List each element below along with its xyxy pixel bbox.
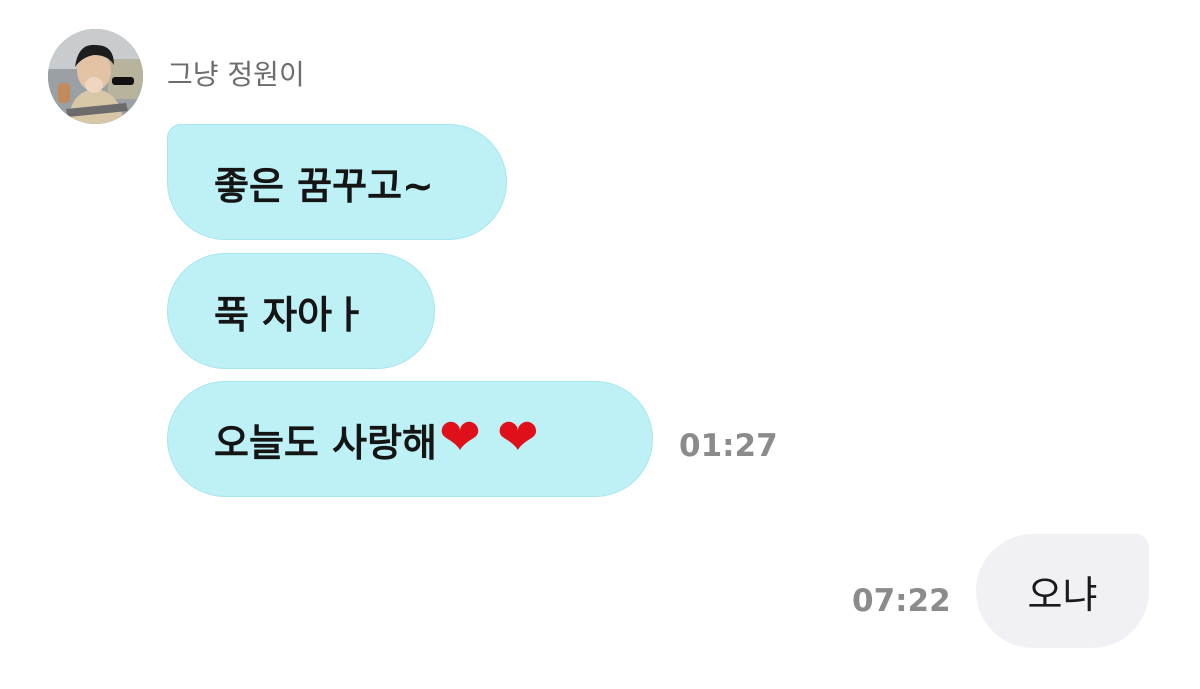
chat-view: 그냥 정원이 좋은 꿈꾸고~ 푹 자아ㅏ 오늘도 사랑해 ❤ ❤ 01:27 0…	[0, 0, 1200, 689]
incoming-message-bubble[interactable]: 오늘도 사랑해 ❤ ❤	[167, 381, 653, 497]
avatar-photo-icon	[48, 29, 143, 124]
sender-avatar[interactable]	[48, 29, 143, 124]
heart-emoji-icon: ❤	[439, 408, 481, 466]
message-text: 좋은 꿈꾸고~	[214, 163, 434, 208]
outgoing-timestamp: 07:22	[852, 583, 951, 619]
heart-emoji-icon: ❤	[496, 408, 539, 466]
message-text: 오늘도 사랑해	[214, 420, 437, 465]
message-text: 푹 자아ㅏ	[214, 292, 368, 337]
incoming-message-bubble[interactable]: 푹 자아ㅏ	[167, 253, 435, 369]
message-text: 오냐	[1027, 572, 1098, 617]
incoming-message-bubble[interactable]: 좋은 꿈꾸고~	[167, 124, 507, 240]
outgoing-message-bubble[interactable]: 오냐	[976, 534, 1149, 648]
incoming-timestamp: 01:27	[679, 428, 778, 464]
sender-name: 그냥 정원이	[167, 58, 305, 91]
